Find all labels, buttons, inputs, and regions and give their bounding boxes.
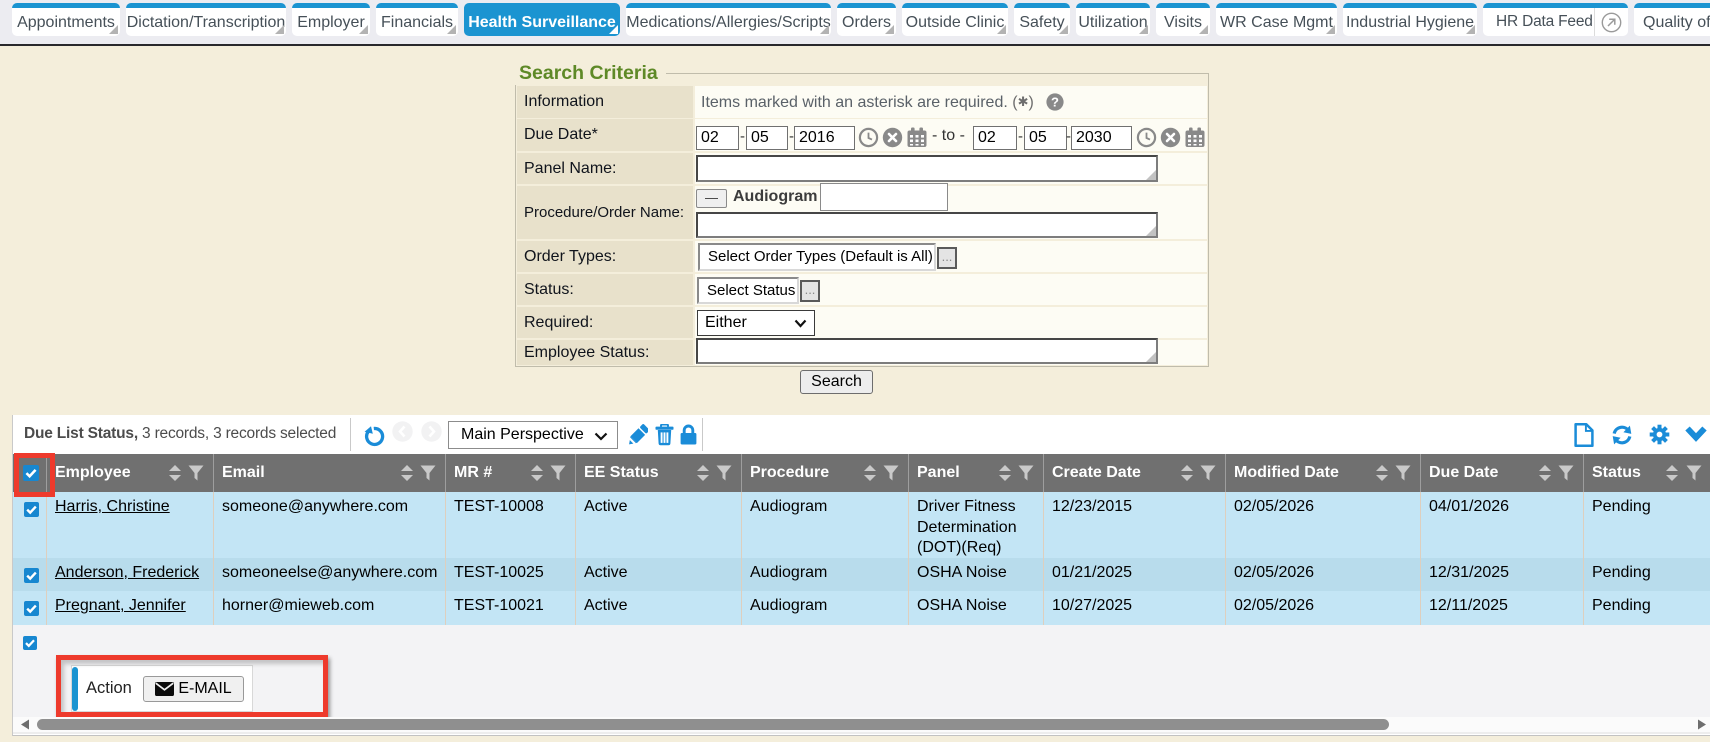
svg-text:?: ?: [1051, 95, 1059, 110]
